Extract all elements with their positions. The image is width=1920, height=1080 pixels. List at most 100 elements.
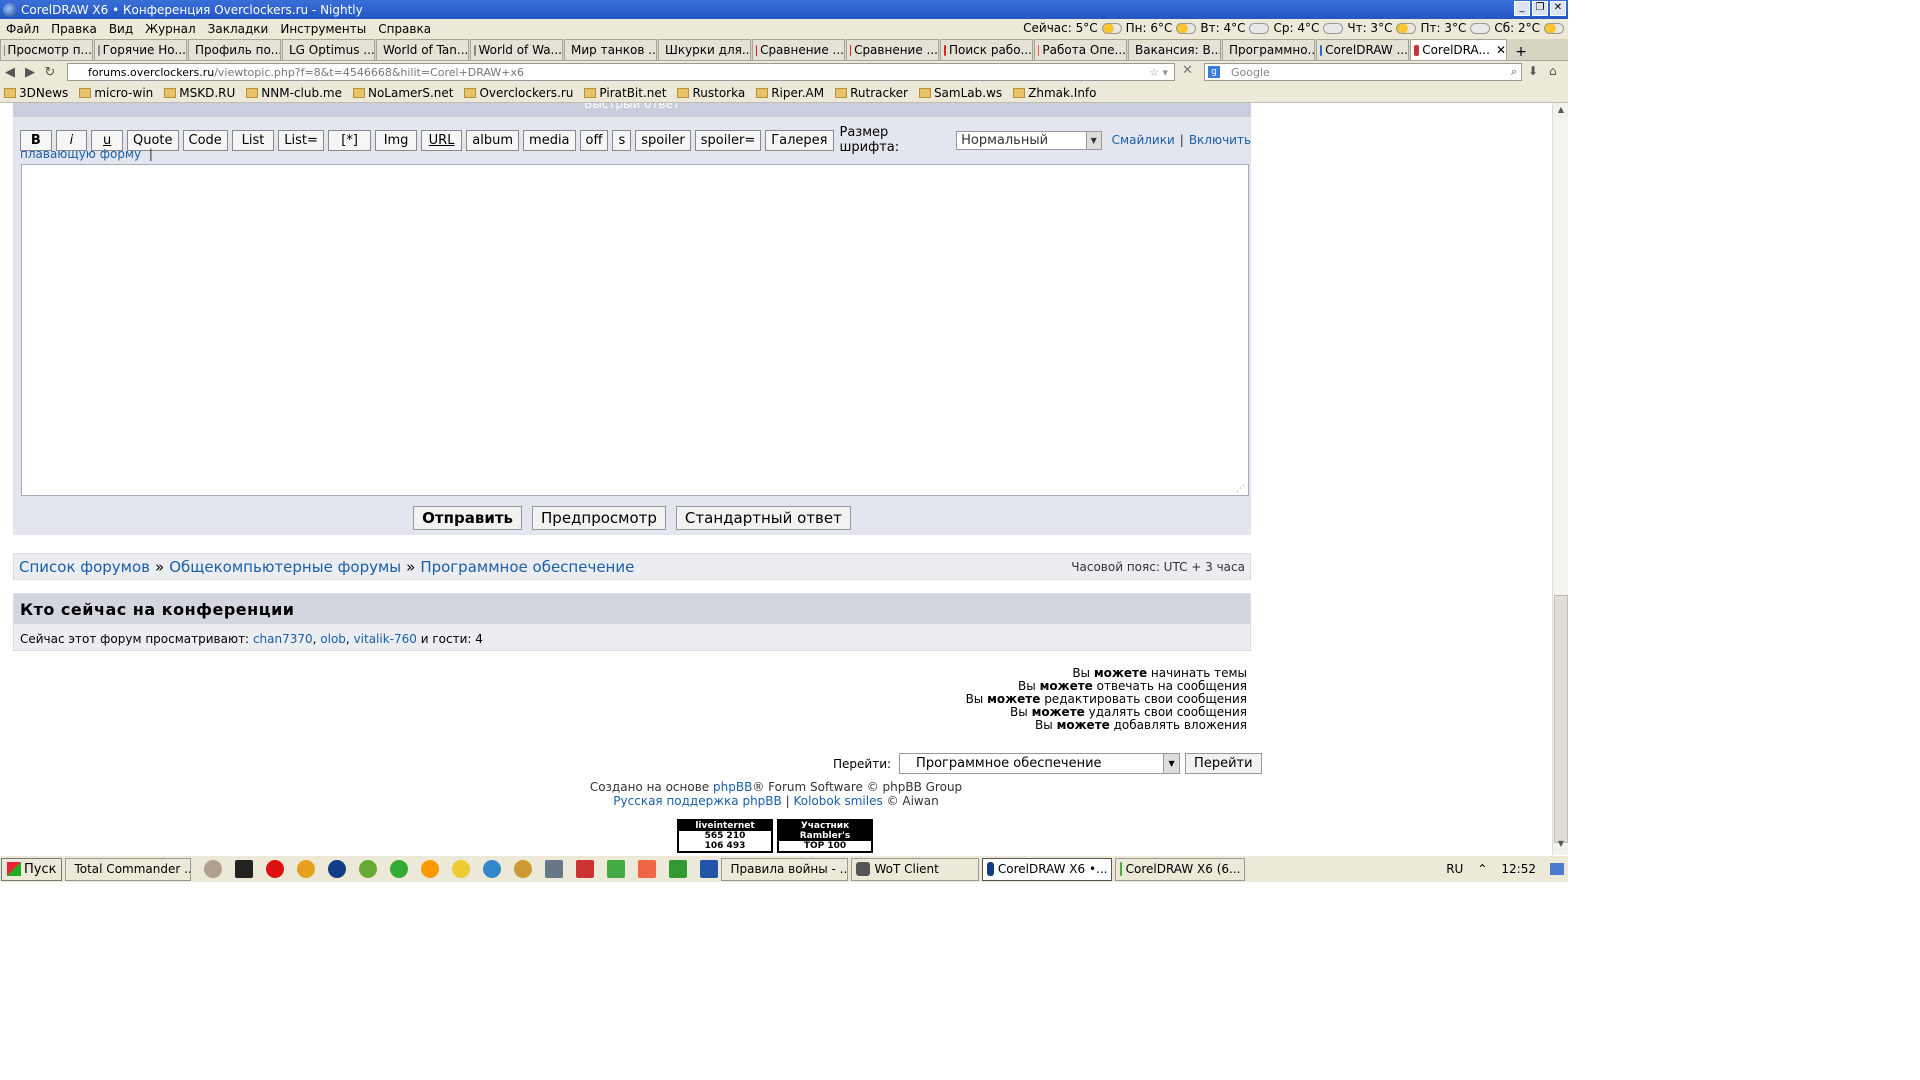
firefox-nightly-icon[interactable] [328, 860, 347, 878]
reload-icon[interactable]: ↻ [40, 65, 60, 80]
menu-tools[interactable]: Инструменты [274, 22, 372, 36]
scroll-up-icon[interactable]: ▲ [1553, 105, 1569, 119]
menu-edit[interactable]: Правка [45, 22, 103, 36]
message-textarea[interactable]: ⋰ [21, 164, 1249, 496]
bookmark-folder[interactable]: 3DNews [4, 86, 68, 100]
menu-history[interactable]: Журнал [139, 22, 202, 36]
rambler-top100-counter[interactable]: Участник Rambler's TOP 100 [777, 819, 873, 853]
list-numbered-button[interactable]: List= [278, 129, 324, 151]
browser-tab[interactable]: Просмотр п... [0, 39, 93, 60]
bookmark-folder[interactable]: Zhmak.Info [1013, 86, 1096, 100]
menu-bookmarks[interactable]: Закладки [202, 22, 275, 36]
bookmark-folder[interactable]: Rustorka [677, 86, 745, 100]
dropdown-arrow-icon[interactable]: ▼ [1085, 131, 1101, 149]
code-button[interactable]: Code [182, 129, 228, 151]
spoiler-button[interactable]: spoiler [635, 129, 691, 151]
menu-file[interactable]: Файл [0, 22, 45, 36]
scroll-down-icon[interactable]: ▼ [1553, 839, 1569, 853]
off-button[interactable]: off [579, 129, 609, 151]
bookmark-folder[interactable]: Riper.AM [756, 86, 824, 100]
quicklaunch-icon[interactable] [359, 860, 378, 878]
quicklaunch-icon[interactable] [204, 860, 223, 878]
home-icon[interactable]: ⌂ [1549, 64, 1557, 78]
quicklaunch-icon[interactable] [545, 860, 564, 878]
close-button[interactable]: ✕ [1550, 1, 1566, 16]
tray-expand-icon[interactable]: ⌃ [1477, 862, 1487, 876]
bookmark-folder[interactable]: MSKD.RU [164, 86, 235, 100]
gallery-button[interactable]: Галерея [765, 129, 834, 151]
start-button[interactable]: Пуск [1, 857, 63, 881]
google-icon[interactable]: g [1208, 66, 1220, 78]
url-button[interactable]: URL [420, 129, 463, 151]
scrollbar-thumb[interactable] [1554, 595, 1568, 843]
close-tab-icon[interactable]: ✕ [1496, 43, 1506, 57]
stop-icon[interactable]: ✕ [1182, 63, 1193, 78]
forward-icon[interactable]: ▶ [20, 65, 40, 80]
taskbar-item[interactable]: Total Commander ... [65, 857, 192, 881]
bookmark-folder[interactable]: NoLamerS.net [352, 86, 453, 100]
browser-tab[interactable]: Сравнение ... [846, 39, 939, 60]
maximize-button[interactable]: ❐ [1532, 1, 1548, 16]
download-icon[interactable]: ⬇ [1528, 64, 1538, 78]
quicklaunch-icon[interactable] [514, 860, 533, 878]
url-bar[interactable]: forums.overclockers.ru/viewtopic.php?f=8… [67, 63, 1175, 81]
breadcrumb-software-link[interactable]: Программное обеспечение [420, 558, 634, 576]
jump-select[interactable]: Программное обеспечение ▼ [899, 753, 1181, 774]
quicklaunch-icon[interactable] [235, 860, 254, 878]
user-link[interactable]: chan7370 [253, 632, 313, 646]
browser-tab[interactable]: Поиск рабо... [940, 39, 1033, 60]
album-button[interactable]: album [466, 129, 520, 151]
language-indicator[interactable]: RU [1446, 862, 1463, 876]
list-item-button[interactable]: [*] [327, 129, 372, 151]
star-icon[interactable]: ☆ ▾ [1149, 66, 1168, 79]
user-link[interactable]: vitalik-760 [354, 632, 417, 646]
browser-tab[interactable]: LG Optimus ... [282, 39, 375, 60]
strike-button[interactable]: s [612, 129, 632, 151]
excel-icon[interactable] [669, 860, 688, 878]
bookmark-folder[interactable]: Rutracker [835, 86, 908, 100]
browser-tab[interactable]: Вакансия: В... [1128, 39, 1221, 60]
page-scrollbar[interactable]: ▲ ▼ [1552, 103, 1568, 855]
bookmark-folder[interactable]: PiratBit.net [584, 86, 666, 100]
taskbar-item[interactable]: Правила войны - ... [721, 857, 849, 881]
new-tab-icon[interactable]: + [1512, 44, 1530, 60]
enable-floating-link[interactable]: Включить [1189, 133, 1251, 147]
phpbb-link[interactable]: phpBB [713, 780, 752, 794]
browser-tab-active[interactable]: CorelDRA... ✕ [1410, 39, 1507, 60]
floating-form-link[interactable]: плавающую форму [20, 147, 141, 161]
kolobok-link[interactable]: Kolobok smiles [793, 794, 882, 808]
browser-tab[interactable]: Работа Опе... [1034, 39, 1127, 60]
browser-tab[interactable]: World of Tan... [376, 39, 469, 60]
quicklaunch-icon[interactable] [452, 860, 471, 878]
show-desktop-icon[interactable] [1550, 863, 1564, 875]
weather-bar[interactable]: Сейчас: 5°C Пн: 6°C Вт: 4°C Ср: 4°C Чт: … [1023, 21, 1564, 35]
font-size-select[interactable]: Нормальный ▼ [956, 130, 1102, 150]
user-link[interactable]: olob [320, 632, 346, 646]
jump-button[interactable]: Перейти [1185, 753, 1262, 774]
word-icon[interactable] [700, 860, 719, 878]
img-button[interactable]: Img [375, 129, 417, 151]
coreldraw-icon[interactable] [607, 860, 626, 878]
minimize-button[interactable]: _ [1514, 1, 1530, 16]
browser-tab[interactable]: Сравнение ... [752, 39, 845, 60]
liveinternet-counter[interactable]: liveinternet 565 210 106 493 [677, 819, 773, 853]
breadcrumb-general-link[interactable]: Общекомпьютерные форумы [169, 558, 401, 576]
breadcrumb-forums-link[interactable]: Список форумов [19, 558, 150, 576]
submit-button[interactable]: Отправить [413, 506, 523, 530]
phpbb-russia-link[interactable]: Русская поддержка phpBB [613, 794, 781, 808]
menu-help[interactable]: Справка [372, 22, 437, 36]
quicklaunch-icon[interactable] [576, 860, 595, 878]
preview-button[interactable]: Предпросмотр [532, 506, 666, 530]
bookmark-folder[interactable]: SamLab.ws [918, 86, 1002, 100]
bookmark-folder[interactable]: NNM-club.me [246, 86, 342, 100]
browser-tab[interactable]: Профиль по... [188, 39, 281, 60]
smileys-link[interactable]: Смайлики [1112, 133, 1175, 147]
spoiler-title-button[interactable]: spoiler= [694, 129, 762, 151]
browser-tab[interactable]: Мир танков ... [564, 39, 657, 60]
bookmark-folder[interactable]: micro-win [79, 86, 153, 100]
back-icon[interactable]: ◀ [0, 65, 20, 80]
resize-grip-icon[interactable]: ⋰ [1236, 484, 1245, 494]
taskbar-item[interactable]: CorelDRAW X6 (6... [1115, 857, 1246, 881]
taskbar-item[interactable]: WoT Client [851, 857, 980, 881]
browser-tab[interactable]: Горячие Но... [94, 39, 187, 60]
